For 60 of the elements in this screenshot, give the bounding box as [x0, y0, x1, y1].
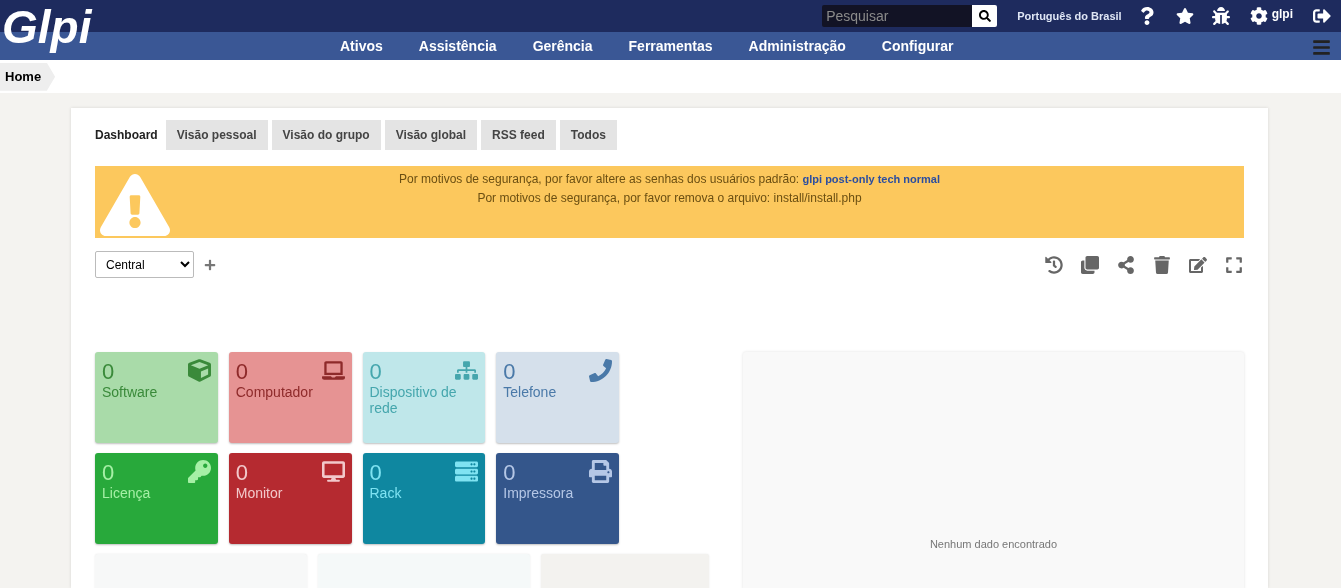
logout-icon[interactable] — [1313, 6, 1331, 25]
share-icon[interactable] — [1117, 255, 1135, 274]
menu-item[interactable]: Configurar — [881, 35, 954, 57]
menu-item[interactable]: Ferramentas — [628, 35, 713, 57]
asset-card[interactable]: 0 Computador — [228, 352, 352, 443]
asset-label: Computador — [235, 384, 314, 400]
key-icon — [187, 460, 211, 483]
tab[interactable]: RSS feed — [481, 120, 556, 150]
asset-label: Rack — [369, 485, 403, 501]
asset-count: 0 — [369, 360, 382, 384]
asset-count: 0 — [503, 461, 516, 485]
asset-label: Monitor — [235, 485, 284, 501]
star-icon[interactable] — [1175, 6, 1194, 25]
menu-item[interactable]: Ativos — [340, 35, 383, 57]
clone-icon[interactable] — [1081, 255, 1099, 274]
breadcrumb-home[interactable]: Home — [0, 62, 56, 91]
empty-message: Nenhum dado encontrado — [929, 536, 1058, 552]
asset-count: 0 — [503, 360, 516, 384]
tab[interactable]: Visão do grupo — [271, 120, 381, 150]
warning-message: Por motivos de segurança, por favor altere as senhas dos usuários padrão: glpi post-only tech normal — [398, 172, 941, 187]
asset-label: Impressora — [503, 485, 575, 501]
tab[interactable]: Visão pessoal — [165, 120, 268, 150]
asset-count: 0 — [102, 360, 115, 384]
search-field[interactable]: Pesquisar — [822, 4, 973, 27]
asset-count: 0 — [102, 461, 115, 485]
asset-count: 0 — [235, 360, 248, 384]
asset-count: 0 — [235, 461, 248, 485]
fullscreen-icon[interactable] — [1225, 255, 1243, 274]
add-icon[interactable] — [204, 258, 216, 271]
language-link[interactable]: Português do Brasil — [1017, 7, 1122, 25]
asset-label: Telefone — [503, 384, 558, 400]
edit-icon[interactable] — [1189, 255, 1207, 274]
asset-card[interactable]: 0 Monitor — [228, 453, 352, 544]
menu-item[interactable]: Gerência — [532, 35, 593, 57]
delete-icon[interactable] — [1153, 255, 1171, 274]
monitor-icon — [321, 460, 345, 483]
warning-message: Por motivos de segurança, por favor remova o arquivo: install/install.php — [477, 191, 862, 206]
tab[interactable]: Todos — [559, 120, 617, 150]
menu-item[interactable]: Assistência — [418, 35, 497, 57]
laptop-icon — [321, 359, 345, 382]
history-icon[interactable] — [1045, 255, 1063, 274]
search-button[interactable] — [972, 4, 998, 27]
asset-card[interactable]: 0 Impressora — [496, 453, 619, 544]
dashboard-select[interactable]: Central — [95, 251, 194, 278]
printer-icon — [589, 460, 612, 483]
asset-label: Dispositivo de rede — [369, 384, 458, 416]
network-icon — [455, 359, 479, 382]
cube-icon — [187, 359, 211, 382]
asset-label: Licença — [102, 485, 152, 501]
settings-icon[interactable] — [1249, 6, 1268, 25]
user-link[interactable]: glpi — [1271, 4, 1293, 23]
asset-count: 0 — [369, 461, 382, 485]
tab[interactable]: Visão global — [384, 120, 478, 150]
bug-icon[interactable] — [1211, 6, 1230, 25]
asset-label: Software — [102, 384, 159, 400]
phone-icon — [589, 359, 612, 382]
server-icon — [455, 460, 479, 483]
user-links[interactable]: glpi post-only tech normal — [802, 173, 941, 185]
menu-item[interactable]: Administração — [748, 35, 846, 57]
search-icon — [978, 9, 991, 22]
